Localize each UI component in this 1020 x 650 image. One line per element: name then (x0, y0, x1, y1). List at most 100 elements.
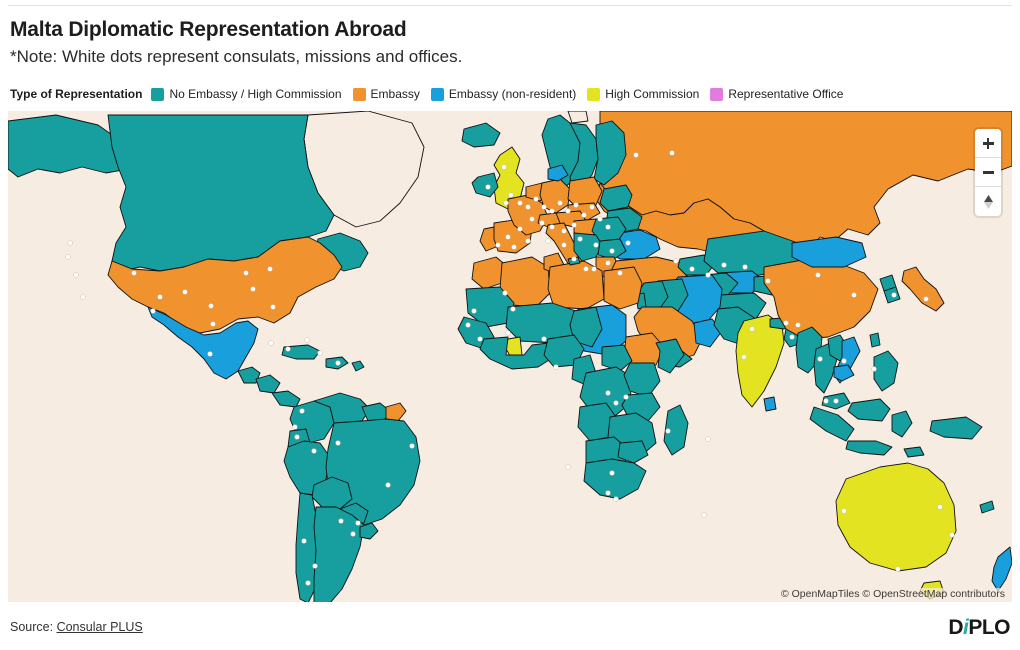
consulate-dot (485, 184, 491, 190)
consulate-dot (268, 340, 274, 346)
consulate-dot (613, 496, 619, 502)
consulate-dot (525, 204, 531, 210)
country-timor (903, 446, 925, 458)
legend-swatch-icon-2 (430, 87, 444, 101)
consulate-dot (80, 294, 86, 300)
consulate-dot (338, 518, 344, 524)
consulate-dot (741, 354, 747, 360)
consulate-dot (721, 262, 727, 268)
legend-label-0: No Embassy / High Commission (169, 87, 342, 101)
consulate-dot (817, 356, 823, 362)
consulate-dot (501, 164, 507, 170)
consulate-dot (841, 508, 847, 514)
consulate-dot (311, 448, 317, 454)
consulate-dot (317, 350, 323, 356)
consulate-dot (625, 240, 631, 246)
consulate-dot (623, 394, 629, 400)
consulate-dot (605, 260, 611, 266)
consulate-dot (937, 504, 943, 510)
consulate-dot (765, 278, 771, 284)
consulate-dot (511, 244, 517, 250)
consulate-dot (705, 272, 711, 278)
legend-item-high-commission[interactable]: High Commission (587, 87, 699, 101)
consulate-dot (73, 272, 79, 278)
legend-item-embassy[interactable]: Embassy (352, 87, 420, 101)
consulate-dot (789, 334, 795, 340)
consulate-dot (65, 254, 71, 260)
consulate-dot (669, 150, 675, 156)
diplo-logo[interactable]: Di PLO (948, 616, 1010, 640)
consulate-dot (565, 464, 571, 470)
consulate-dot (689, 266, 695, 272)
consulate-dot (529, 216, 535, 222)
page-title: Malta Diplomatic Representation Abroad (10, 18, 407, 41)
consulate-dot (508, 192, 514, 198)
consulate-dot (409, 443, 415, 449)
country-mongolia (791, 236, 867, 268)
consulate-dot (749, 326, 755, 332)
consulate-dot (301, 538, 307, 544)
consulate-dot (505, 234, 511, 240)
consulate-dot (557, 200, 563, 206)
consulate-dot (573, 202, 579, 208)
consulate-dot (815, 272, 821, 278)
legend-item-embassy-nonresident[interactable]: Embassy (non-resident) (430, 87, 577, 101)
consulate-dot (581, 212, 587, 218)
consulate-dot (471, 308, 477, 314)
source-link[interactable]: Consular PLUS (57, 620, 143, 634)
consulate-dot (335, 440, 341, 446)
consulate-dot (208, 303, 214, 309)
consulate-dot (823, 398, 829, 404)
consulate-dot (742, 264, 748, 270)
map-infographic-page: Malta Diplomatic Representation Abroad *… (0, 0, 1020, 650)
consulate-dot (495, 242, 501, 248)
legend-item-representative-office[interactable]: Representative Office (710, 87, 843, 101)
map-zoom-controls[interactable] (975, 129, 1001, 216)
consulate-dot (267, 266, 273, 272)
compass-button[interactable] (975, 187, 1001, 216)
consulate-dot (549, 224, 555, 230)
page-subtitle: *Note: White dots represent consulats, m… (10, 47, 463, 66)
consulate-dot (335, 360, 341, 366)
world-map[interactable]: © OpenMapTiles © OpenStreetMap contribut… (8, 111, 1012, 602)
consulate-dot (477, 336, 483, 342)
consulate-dot (705, 436, 711, 442)
logo-part-d: D (948, 616, 963, 639)
consulate-dot (795, 322, 801, 328)
world-map-svg[interactable] (8, 111, 1012, 602)
consulate-dot (150, 308, 156, 314)
consulate-dot (539, 220, 545, 226)
legend-item-no-embassy[interactable]: No Embassy / High Commission (151, 87, 342, 101)
consulate-dot (207, 351, 213, 357)
consulate-dot (593, 242, 599, 248)
zoom-in-button[interactable] (975, 129, 1001, 158)
consulate-dot (609, 470, 615, 476)
consulate-dot (304, 337, 310, 343)
consulate-dot (577, 236, 583, 242)
consulate-dot (305, 580, 311, 586)
consulate-dot (243, 270, 249, 276)
consulate-dot (851, 292, 857, 298)
country-taiwan (869, 332, 881, 348)
consulate-dot (583, 266, 589, 272)
consulate-dot (923, 296, 929, 302)
country-egypt (603, 266, 643, 310)
consulate-dot (597, 216, 603, 222)
consulate-dot (571, 256, 577, 262)
legend-label-2: Embassy (non-resident) (448, 87, 577, 101)
consulate-dot (605, 224, 611, 230)
zoom-out-button[interactable] (975, 158, 1001, 187)
consulate-dot (609, 248, 615, 254)
source-label: Source: (10, 620, 54, 634)
consulate-dot (67, 240, 73, 246)
legend-label-4: Representative Office (728, 87, 844, 101)
consulate-dot (561, 242, 567, 248)
legend-label-1: Embassy (370, 87, 420, 101)
consulate-dot (673, 258, 679, 264)
consulate-dot (541, 204, 547, 210)
consulate-dot (312, 563, 318, 569)
consulate-dot (157, 294, 163, 300)
consulate-dot (510, 306, 516, 312)
consulate-dot (355, 520, 361, 526)
consulate-dot (833, 398, 839, 404)
